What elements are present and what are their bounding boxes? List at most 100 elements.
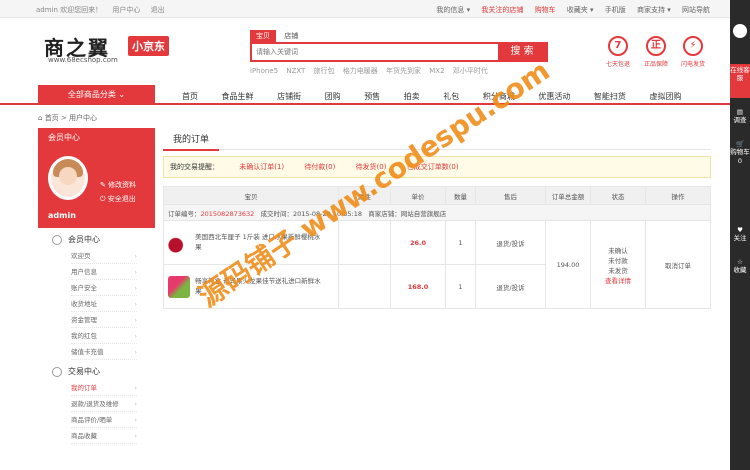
logo-url: www.68ecshop.com xyxy=(48,56,118,64)
cancel-order-button[interactable]: 取消订单 xyxy=(645,220,711,309)
sidebar-item[interactable]: 储值卡充值 › xyxy=(71,344,137,360)
hot-keyword[interactable]: MX2 xyxy=(429,67,444,75)
nav-item[interactable]: 智能扫货 xyxy=(594,92,626,101)
user-icon xyxy=(52,234,62,245)
pencil-icon: ✎ xyxy=(100,181,106,189)
nav-item[interactable]: 预售 xyxy=(364,92,380,101)
nav-item[interactable]: 虚拟团购 xyxy=(649,92,681,101)
product-image[interactable] xyxy=(168,275,190,298)
quantity: 1 xyxy=(445,264,476,309)
hot-keyword[interactable]: iPhone5 xyxy=(250,67,278,75)
reminder-unpaid[interactable]: 待付款(0) xyxy=(304,163,335,171)
online-service-button[interactable]: 在线客服 xyxy=(730,64,750,98)
nav-item[interactable]: 拍卖 xyxy=(404,92,420,101)
search-input[interactable] xyxy=(252,44,492,60)
hot-keyword[interactable]: 格力电暖器 xyxy=(343,67,378,75)
sidebar-item[interactable]: 退款/退货及维修 › xyxy=(71,396,137,412)
cart-count: 0 xyxy=(737,156,743,165)
breadcrumb: ⌂ 首页 > 用户中心 xyxy=(38,114,98,122)
logo-badge: 小京东 xyxy=(128,36,169,56)
all-categories-button[interactable]: 全部商品分类 ⌄ xyxy=(38,85,155,105)
seven-day-return: 7 七天包退 xyxy=(598,36,638,68)
quantity: 1 xyxy=(445,220,476,265)
followed-stores-link[interactable]: 我关注的店铺 xyxy=(481,6,523,14)
username: admin xyxy=(48,211,76,220)
search-tab-stores[interactable]: 店铺 xyxy=(278,30,304,42)
breadcrumb-current: 用户中心 xyxy=(69,114,98,122)
sidebar-item[interactable]: 商品收藏 › xyxy=(71,428,137,444)
breadcrumb-home[interactable]: 首页 xyxy=(45,114,59,122)
genuine-guarantee: 正 正品保障 xyxy=(636,36,676,68)
nav-item[interactable]: 礼包 xyxy=(443,92,459,101)
hot-keyword[interactable]: NZXT xyxy=(286,67,305,75)
follow-button[interactable]: ♥ 关注 xyxy=(730,226,750,243)
safe-logout-link[interactable]: ⏻ 安全退出 xyxy=(100,194,136,204)
unit-price: 26.0 xyxy=(390,220,446,265)
fast-delivery: ⚡ 闪电发货 xyxy=(673,36,713,68)
sidebar-cart-button[interactable]: 🛒 购物车 0 xyxy=(730,140,750,165)
trade-menu: 我的订单 › 退款/退货及维修 › 商品评价/晒单 › 商品收藏 › xyxy=(38,380,155,444)
search-box: 搜 索 xyxy=(250,42,548,62)
merchant-support-link[interactable]: 商家支持 ▾ xyxy=(637,6,671,14)
sidebar-item[interactable]: 欢迎页 › xyxy=(71,248,137,264)
main-nav: 全部商品分类 ⌄ 首页 食品生鲜 店铺街 团购 预售 拍卖 礼包 积分商城 优惠… xyxy=(0,85,730,105)
page-title: 我的订单 xyxy=(163,128,220,151)
sidebar-item[interactable]: 用户信息 › xyxy=(71,264,137,280)
order-info-row: 订单编号：2015082873632 成交时间：2015-08-28 10:35… xyxy=(163,204,711,221)
member-menu: 欢迎页 › 用户信息 › 账户安全 › 收货地址 › 资金管理 › 我的红包 › 储值卡充值… xyxy=(38,248,155,360)
cart-link[interactable]: 购物车 xyxy=(535,6,556,14)
nav-item[interactable]: 团购 xyxy=(325,92,341,101)
cart-icon xyxy=(52,366,62,377)
sidebar-item-my-orders[interactable]: 我的订单 › xyxy=(71,380,137,396)
top-right-links: 我的信息 ▾ 我关注的店铺 购物车 收藏夹 ▾ 手机版 商家支持 ▾ 网站导航 xyxy=(427,5,710,15)
order-total: 194.00 xyxy=(545,220,591,309)
survey-button[interactable]: ▤ 调查 xyxy=(730,108,750,125)
edit-profile-link[interactable]: ✎ 修改资料 xyxy=(100,180,136,190)
my-info-link[interactable]: 我的信息 ▾ xyxy=(436,6,470,14)
user-links: admin 欢迎您回来！ 用户中心 退出 xyxy=(36,5,173,15)
lightning-icon: ⚡ xyxy=(683,36,703,56)
hot-keyword[interactable]: 邓小平时代 xyxy=(453,67,488,75)
reminder-unconfirmed[interactable]: 未确认订单(1) xyxy=(239,163,284,171)
sidebar-item[interactable]: 资金管理 › xyxy=(71,312,137,328)
welcome-text: admin 欢迎您回来！ xyxy=(36,6,103,14)
genuine-icon: 正 xyxy=(646,36,666,56)
after-sales-link[interactable]: 退货/投诉 xyxy=(475,220,546,265)
site-logo[interactable]: 商之翼 小京东 www.68ecshop.com xyxy=(40,30,200,70)
top-bar: admin 欢迎您回来！ 用户中心 退出 我的信息 ▾ 我关注的店铺 购物车 收… xyxy=(0,0,750,18)
nav-item[interactable]: 食品生鲜 xyxy=(222,92,254,101)
logout-link[interactable]: 退出 xyxy=(151,6,165,14)
unit-price: 168.0 xyxy=(390,264,446,309)
seven-day-icon: 7 xyxy=(608,36,628,56)
user-center-link[interactable]: 用户中心 xyxy=(112,6,140,14)
view-detail-link[interactable]: 查看详情 xyxy=(591,275,645,285)
after-sales-link[interactable]: 退货/投诉 xyxy=(475,264,546,309)
favorite-button[interactable]: ☆ 收藏 xyxy=(730,258,750,275)
sidebar-header: 会员中心 xyxy=(38,128,155,148)
product-image[interactable] xyxy=(168,231,190,254)
mobile-link[interactable]: 手机版 xyxy=(605,6,626,14)
member-sidebar: 会员中心 admin ✎ 修改资料 ⏻ 安全退出 会员中心 欢迎页 › 用户信息 ›… xyxy=(38,128,155,470)
nav-item[interactable]: 首页 xyxy=(182,92,198,101)
order-status: 未确认 未付款 未发货 查看详情 xyxy=(590,220,646,309)
nav-item[interactable]: 店铺街 xyxy=(277,92,301,101)
avatar-icon[interactable] xyxy=(733,24,747,38)
site-nav-link[interactable]: 网站导航 xyxy=(682,6,710,14)
order-number[interactable]: 2015082873632 xyxy=(201,210,255,218)
favorites-link[interactable]: 收藏夹 ▾ xyxy=(567,6,594,14)
hot-keyword[interactable]: 旅行包 xyxy=(314,67,335,75)
sidebar-item[interactable]: 账户安全 › xyxy=(71,280,137,296)
section-member-center: 会员中心 xyxy=(38,228,155,245)
sidebar-item[interactable]: 商品评价/晒单 › xyxy=(71,412,137,428)
search-tab-goods[interactable]: 宝贝 xyxy=(250,30,276,42)
sidebar-item[interactable]: 我的红包 › xyxy=(71,328,137,344)
profile-card: admin ✎ 修改资料 ⏻ 安全退出 xyxy=(38,148,155,228)
avatar[interactable] xyxy=(48,156,88,200)
power-icon: ⏻ xyxy=(100,195,106,203)
hot-keyword[interactable]: 年货先到家 xyxy=(386,67,421,75)
home-icon: ⌂ xyxy=(38,114,43,122)
section-trade-center: 交易中心 xyxy=(38,360,155,377)
right-toolbar: 在线客服 ▤ 调查 🛒 购物车 0 ♥ 关注 ☆ 收藏 xyxy=(730,0,750,470)
nav-item[interactable]: 优惠活动 xyxy=(538,92,570,101)
sidebar-item[interactable]: 收货地址 › xyxy=(71,296,137,312)
